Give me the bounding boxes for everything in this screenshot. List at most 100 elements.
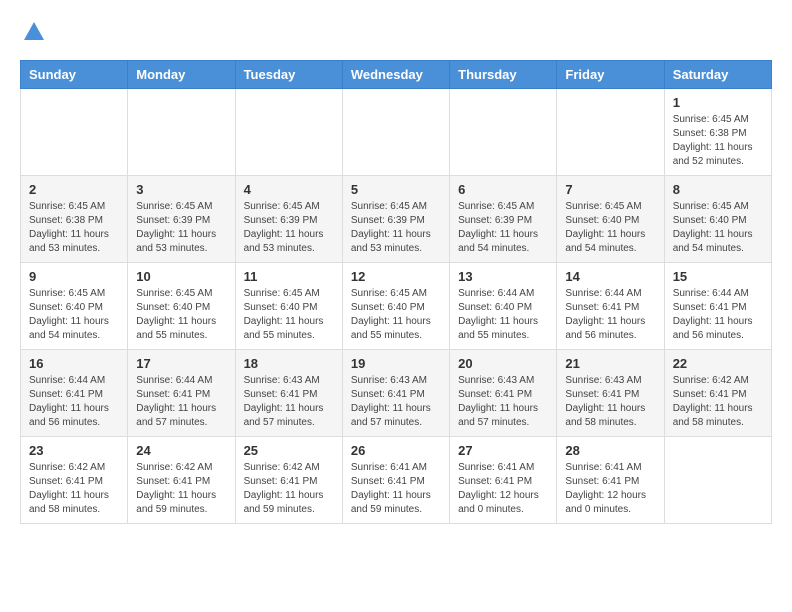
day-number: 8 xyxy=(673,182,763,197)
calendar-cell: 27 Sunrise: 6:41 AM Sunset: 6:41 PM Dayli… xyxy=(450,437,557,524)
day-info: Sunrise: 6:43 AM Sunset: 6:41 PM Dayligh… xyxy=(458,374,548,430)
calendar-cell: 11Sunrise: 6:45 AM Sunset: 6:40 PM Dayli… xyxy=(235,263,342,350)
calendar-cell xyxy=(557,89,664,176)
calendar-cell: 19 Sunrise: 6:43 AM Sunset: 6:41 PM Dayli… xyxy=(342,350,449,437)
day-number: 3 xyxy=(136,182,226,197)
calendar-table: SundayMondayTuesdayWednesdayThursdayFrid… xyxy=(20,60,772,524)
column-header-thursday: Thursday xyxy=(450,61,557,89)
day-info: Sunrise: 6:45 AM Sunset: 6:39 PM Dayligh… xyxy=(136,200,226,256)
calendar-cell xyxy=(450,89,557,176)
day-number: 23 xyxy=(29,443,119,458)
calendar-cell: 10Sunrise: 6:45 AM Sunset: 6:40 PM Dayli… xyxy=(128,263,235,350)
day-info: Sunrise: 6:41 AM Sunset: 6:41 PM Dayligh… xyxy=(458,461,548,517)
day-info: Sunrise: 6:45 AM Sunset: 6:40 PM Dayligh… xyxy=(565,200,655,256)
day-number: 19 xyxy=(351,356,441,371)
calendar-cell: 18 Sunrise: 6:43 AM Sunset: 6:41 PM Dayli… xyxy=(235,350,342,437)
day-info: Sunrise: 6:45 AM Sunset: 6:38 PM Dayligh… xyxy=(673,113,763,169)
calendar-cell: 8Sunrise: 6:45 AM Sunset: 6:40 PM Daylig… xyxy=(664,176,771,263)
calendar-cell xyxy=(21,89,128,176)
day-info: Sunrise: 6:42 AM Sunset: 6:41 PM Dayligh… xyxy=(136,461,226,517)
day-number: 25 xyxy=(244,443,334,458)
day-info: Sunrise: 6:45 AM Sunset: 6:40 PM Dayligh… xyxy=(351,287,441,343)
calendar-week-row: 1 Sunrise: 6:45 AM Sunset: 6:38 PM Daylig… xyxy=(21,89,772,176)
day-info: Sunrise: 6:44 AM Sunset: 6:41 PM Dayligh… xyxy=(136,374,226,430)
calendar-cell: 20 Sunrise: 6:43 AM Sunset: 6:41 PM Dayli… xyxy=(450,350,557,437)
calendar-cell xyxy=(342,89,449,176)
day-number: 12 xyxy=(351,269,441,284)
day-number: 18 xyxy=(244,356,334,371)
calendar-cell: 26 Sunrise: 6:41 AM Sunset: 6:41 PM Dayli… xyxy=(342,437,449,524)
calendar-cell: 22 Sunrise: 6:42 AM Sunset: 6:41 PM Dayli… xyxy=(664,350,771,437)
logo xyxy=(20,20,46,44)
calendar-cell: 9Sunrise: 6:45 AM Sunset: 6:40 PM Daylig… xyxy=(21,263,128,350)
calendar-cell xyxy=(235,89,342,176)
day-number: 27 xyxy=(458,443,548,458)
calendar-cell: 14 Sunrise: 6:44 AM Sunset: 6:41 PM Dayli… xyxy=(557,263,664,350)
day-number: 14 xyxy=(565,269,655,284)
day-info: Sunrise: 6:44 AM Sunset: 6:41 PM Dayligh… xyxy=(29,374,119,430)
day-number: 28 xyxy=(565,443,655,458)
day-number: 15 xyxy=(673,269,763,284)
calendar-cell: 7 Sunrise: 6:45 AM Sunset: 6:40 PM Daylig… xyxy=(557,176,664,263)
calendar-cell: 4 Sunrise: 6:45 AM Sunset: 6:39 PM Daylig… xyxy=(235,176,342,263)
day-number: 20 xyxy=(458,356,548,371)
day-number: 22 xyxy=(673,356,763,371)
calendar-cell xyxy=(128,89,235,176)
day-info: Sunrise: 6:45 AM Sunset: 6:38 PM Dayligh… xyxy=(29,200,119,256)
day-info: Sunrise: 6:45 AM Sunset: 6:40 PM Dayligh… xyxy=(29,287,119,343)
day-number: 17 xyxy=(136,356,226,371)
calendar-cell: 15 Sunrise: 6:44 AM Sunset: 6:41 PM Dayli… xyxy=(664,263,771,350)
day-info: Sunrise: 6:42 AM Sunset: 6:41 PM Dayligh… xyxy=(244,461,334,517)
day-info: Sunrise: 6:45 AM Sunset: 6:39 PM Dayligh… xyxy=(458,200,548,256)
day-info: Sunrise: 6:45 AM Sunset: 6:39 PM Dayligh… xyxy=(244,200,334,256)
calendar-cell: 2 Sunrise: 6:45 AM Sunset: 6:38 PM Daylig… xyxy=(21,176,128,263)
calendar-cell: 24 Sunrise: 6:42 AM Sunset: 6:41 PM Dayli… xyxy=(128,437,235,524)
calendar-header-row: SundayMondayTuesdayWednesdayThursdayFrid… xyxy=(21,61,772,89)
day-number: 10 xyxy=(136,269,226,284)
calendar-cell: 25 Sunrise: 6:42 AM Sunset: 6:41 PM Dayli… xyxy=(235,437,342,524)
day-info: Sunrise: 6:43 AM Sunset: 6:41 PM Dayligh… xyxy=(244,374,334,430)
calendar-cell: 23 Sunrise: 6:42 AM Sunset: 6:41 PM Dayli… xyxy=(21,437,128,524)
day-info: Sunrise: 6:45 AM Sunset: 6:39 PM Dayligh… xyxy=(351,200,441,256)
day-number: 1 xyxy=(673,95,763,110)
column-header-wednesday: Wednesday xyxy=(342,61,449,89)
day-info: Sunrise: 6:41 AM Sunset: 6:41 PM Dayligh… xyxy=(351,461,441,517)
column-header-saturday: Saturday xyxy=(664,61,771,89)
day-info: Sunrise: 6:44 AM Sunset: 6:40 PM Dayligh… xyxy=(458,287,548,343)
calendar-cell: 17 Sunrise: 6:44 AM Sunset: 6:41 PM Dayli… xyxy=(128,350,235,437)
page-header xyxy=(20,20,772,44)
day-number: 6 xyxy=(458,182,548,197)
day-number: 24 xyxy=(136,443,226,458)
calendar-cell: 21 Sunrise: 6:43 AM Sunset: 6:41 PM Dayli… xyxy=(557,350,664,437)
day-info: Sunrise: 6:43 AM Sunset: 6:41 PM Dayligh… xyxy=(565,374,655,430)
calendar-cell: 13 Sunrise: 6:44 AM Sunset: 6:40 PM Dayli… xyxy=(450,263,557,350)
calendar-cell: 12 Sunrise: 6:45 AM Sunset: 6:40 PM Dayli… xyxy=(342,263,449,350)
calendar-week-row: 16 Sunrise: 6:44 AM Sunset: 6:41 PM Dayli… xyxy=(21,350,772,437)
day-info: Sunrise: 6:43 AM Sunset: 6:41 PM Dayligh… xyxy=(351,374,441,430)
day-number: 16 xyxy=(29,356,119,371)
day-number: 13 xyxy=(458,269,548,284)
calendar-week-row: 9Sunrise: 6:45 AM Sunset: 6:40 PM Daylig… xyxy=(21,263,772,350)
day-number: 11 xyxy=(244,269,334,284)
column-header-tuesday: Tuesday xyxy=(235,61,342,89)
calendar-cell xyxy=(664,437,771,524)
day-number: 7 xyxy=(565,182,655,197)
column-header-friday: Friday xyxy=(557,61,664,89)
calendar-week-row: 23 Sunrise: 6:42 AM Sunset: 6:41 PM Dayli… xyxy=(21,437,772,524)
day-number: 21 xyxy=(565,356,655,371)
day-info: Sunrise: 6:42 AM Sunset: 6:41 PM Dayligh… xyxy=(673,374,763,430)
day-number: 2 xyxy=(29,182,119,197)
calendar-cell: 6 Sunrise: 6:45 AM Sunset: 6:39 PM Daylig… xyxy=(450,176,557,263)
calendar-cell: 5Sunrise: 6:45 AM Sunset: 6:39 PM Daylig… xyxy=(342,176,449,263)
column-header-sunday: Sunday xyxy=(21,61,128,89)
logo-icon xyxy=(22,20,46,44)
calendar-cell: 1 Sunrise: 6:45 AM Sunset: 6:38 PM Daylig… xyxy=(664,89,771,176)
day-number: 4 xyxy=(244,182,334,197)
column-header-monday: Monday xyxy=(128,61,235,89)
day-info: Sunrise: 6:44 AM Sunset: 6:41 PM Dayligh… xyxy=(673,287,763,343)
day-info: Sunrise: 6:42 AM Sunset: 6:41 PM Dayligh… xyxy=(29,461,119,517)
calendar-week-row: 2 Sunrise: 6:45 AM Sunset: 6:38 PM Daylig… xyxy=(21,176,772,263)
calendar-cell: 28Sunrise: 6:41 AM Sunset: 6:41 PM Dayli… xyxy=(557,437,664,524)
day-number: 26 xyxy=(351,443,441,458)
day-info: Sunrise: 6:44 AM Sunset: 6:41 PM Dayligh… xyxy=(565,287,655,343)
